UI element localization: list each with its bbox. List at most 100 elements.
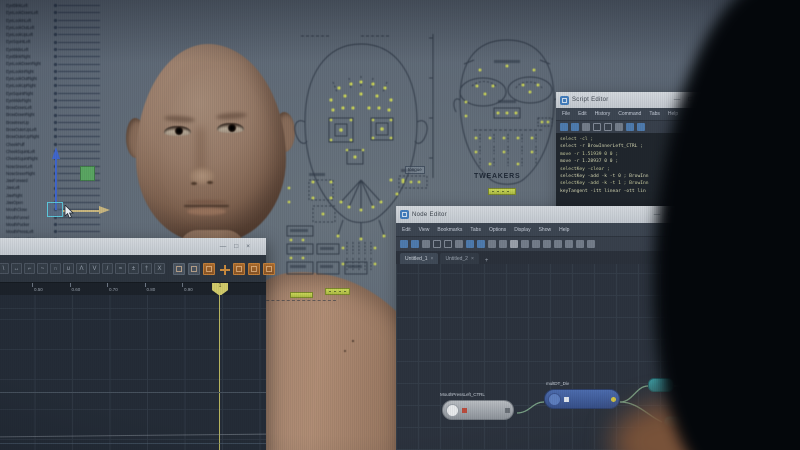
tweakers-progress-bar[interactable] <box>488 188 516 195</box>
slider-track[interactable] <box>58 5 100 7</box>
slider-track[interactable] <box>58 27 100 29</box>
toolbar-icon[interactable] <box>455 240 463 248</box>
graph-tool-icon[interactable]: ∪ <box>63 263 74 274</box>
blendshape-slider-row[interactable]: CheekSquintLeft <box>6 148 116 155</box>
toolbar-icon[interactable] <box>626 123 634 131</box>
slider-track[interactable] <box>58 187 100 189</box>
slider-track[interactable] <box>58 202 100 204</box>
slider-track[interactable] <box>58 19 100 21</box>
blendshape-slider-row[interactable]: MouthPucker <box>6 221 116 228</box>
blendshape-slider-row[interactable]: EyeBlinkRight <box>6 53 116 60</box>
slider-knob[interactable] <box>54 47 57 51</box>
playhead-time-line[interactable] <box>219 295 220 450</box>
blendshape-slider-row[interactable]: EyeWideLeft <box>6 46 116 53</box>
slider-knob[interactable] <box>54 128 57 132</box>
blendshape-slider-row[interactable]: JawRight <box>6 192 116 199</box>
menu-item[interactable]: Command <box>618 111 641 117</box>
blendshape-slider-row[interactable]: EyeLookOutLeft <box>6 24 116 31</box>
blendshape-slider-row[interactable]: EyeLookOutRight <box>6 75 116 82</box>
slider-knob[interactable] <box>54 62 57 66</box>
slider-track[interactable] <box>58 85 100 87</box>
slider-knob[interactable] <box>54 55 57 59</box>
animation-curve-area[interactable] <box>0 295 266 450</box>
toolbar-icon[interactable] <box>637 123 645 131</box>
tab-close-icon[interactable]: × <box>471 256 474 262</box>
blendshape-slider-row[interactable]: BrowOuterUpLeft <box>6 126 116 133</box>
node-output-port[interactable] <box>505 407 510 413</box>
toolbar-icon[interactable] <box>488 240 496 248</box>
toolbar-icon[interactable] <box>554 240 562 248</box>
menu-item[interactable]: Edit <box>578 111 587 117</box>
blendshape-slider-row[interactable]: BrowDownLeft <box>6 104 116 111</box>
slider-track[interactable] <box>58 78 100 80</box>
slider-knob[interactable] <box>54 99 57 102</box>
menu-item[interactable]: Options <box>489 227 506 233</box>
toolbar-icon[interactable] <box>587 240 595 248</box>
green-color-swatch[interactable] <box>80 166 95 181</box>
graph-tool-icon[interactable]: ↔ <box>11 263 22 274</box>
blendshape-slider-row[interactable]: CheekSquintRight <box>6 155 116 162</box>
graph-tool-icon[interactable]: V <box>89 263 100 274</box>
node-mouthpressleft-ctrl[interactable] <box>442 400 514 420</box>
slider-knob[interactable] <box>54 113 57 117</box>
rig-status-bar[interactable] <box>325 288 350 295</box>
slider-track[interactable] <box>58 12 100 14</box>
blendshape-slider-row[interactable]: NoseSneerRight <box>6 170 116 177</box>
blendshape-slider-row[interactable]: EyeLookUpRight <box>6 82 116 89</box>
menu-item[interactable]: Tabs <box>470 227 481 233</box>
toolbar-icon[interactable] <box>543 240 551 248</box>
region-keys-icon[interactable] <box>203 262 215 275</box>
blendshape-slider-row[interactable]: BrowInnerUp <box>6 119 116 126</box>
toolbar-icon[interactable] <box>444 240 452 248</box>
node-editor-tab[interactable]: Untitled_1 × <box>400 253 439 264</box>
blendshape-slider-row[interactable]: EyeWideRight <box>6 97 116 104</box>
timeline-ruler[interactable]: 0.50 0.60 0.70 0.80 0.90 1 <box>0 282 266 296</box>
move-keys-cross-icon[interactable] <box>218 262 230 275</box>
slider-track[interactable] <box>58 100 100 101</box>
slider-track[interactable] <box>58 194 100 196</box>
node-editor-titlebar[interactable]: Node Editor —□× <box>396 206 688 223</box>
slider-knob[interactable] <box>54 91 57 95</box>
slider-track[interactable] <box>58 56 100 58</box>
graph-tool-icon[interactable]: / <box>102 263 113 274</box>
window-button[interactable]: — <box>220 239 227 255</box>
slider-track[interactable] <box>58 107 100 109</box>
slider-knob[interactable] <box>54 84 57 88</box>
graph-tool-icon[interactable]: ≈ <box>115 263 126 274</box>
graph-tool-icon[interactable]: Λ <box>76 263 87 274</box>
toolbar-icon[interactable] <box>604 123 612 131</box>
toolbar-icon[interactable] <box>510 240 518 248</box>
blendshape-slider-row[interactable]: EyeSquintRight <box>6 90 116 97</box>
slider-knob[interactable] <box>54 135 57 139</box>
slider-track[interactable] <box>58 48 100 50</box>
buffer-curve-icon[interactable] <box>173 262 185 275</box>
slider-knob[interactable] <box>54 18 57 22</box>
blendshape-slider-row[interactable]: EyeLookUpLeft <box>6 31 116 38</box>
blendshape-slider-row[interactable]: EyeSquintLeft <box>6 38 116 45</box>
window-button[interactable]: × <box>246 239 250 255</box>
add-key-window-icon[interactable] <box>263 262 275 275</box>
toolbar-icon[interactable] <box>532 240 540 248</box>
slider-track[interactable] <box>58 129 100 131</box>
slider-knob[interactable] <box>54 77 57 81</box>
node-multdt-div[interactable] <box>544 389 620 409</box>
toolbar-icon[interactable] <box>400 240 408 248</box>
slider-knob[interactable] <box>54 33 57 37</box>
toolbar-icon[interactable] <box>499 240 507 248</box>
slider-knob[interactable] <box>54 223 57 227</box>
slider-knob[interactable] <box>54 69 57 73</box>
toolbar-icon[interactable] <box>615 123 623 131</box>
blendshape-slider-row[interactable]: MouthPressLeft <box>6 228 116 235</box>
tab-close-icon[interactable]: × <box>431 256 434 262</box>
menu-item[interactable]: File <box>562 111 570 117</box>
retime-window-icon[interactable] <box>233 262 245 275</box>
toolbar-icon[interactable] <box>576 240 584 248</box>
slider-track[interactable] <box>58 41 100 43</box>
toolbar-icon[interactable] <box>571 123 579 131</box>
slider-track[interactable] <box>58 158 100 160</box>
swap-buffer-icon[interactable] <box>188 262 200 275</box>
menu-item[interactable]: View <box>419 227 430 233</box>
toolbar-icon[interactable] <box>565 240 573 248</box>
graph-tool-icon[interactable]: † <box>141 263 152 274</box>
slider-knob[interactable] <box>54 142 57 146</box>
